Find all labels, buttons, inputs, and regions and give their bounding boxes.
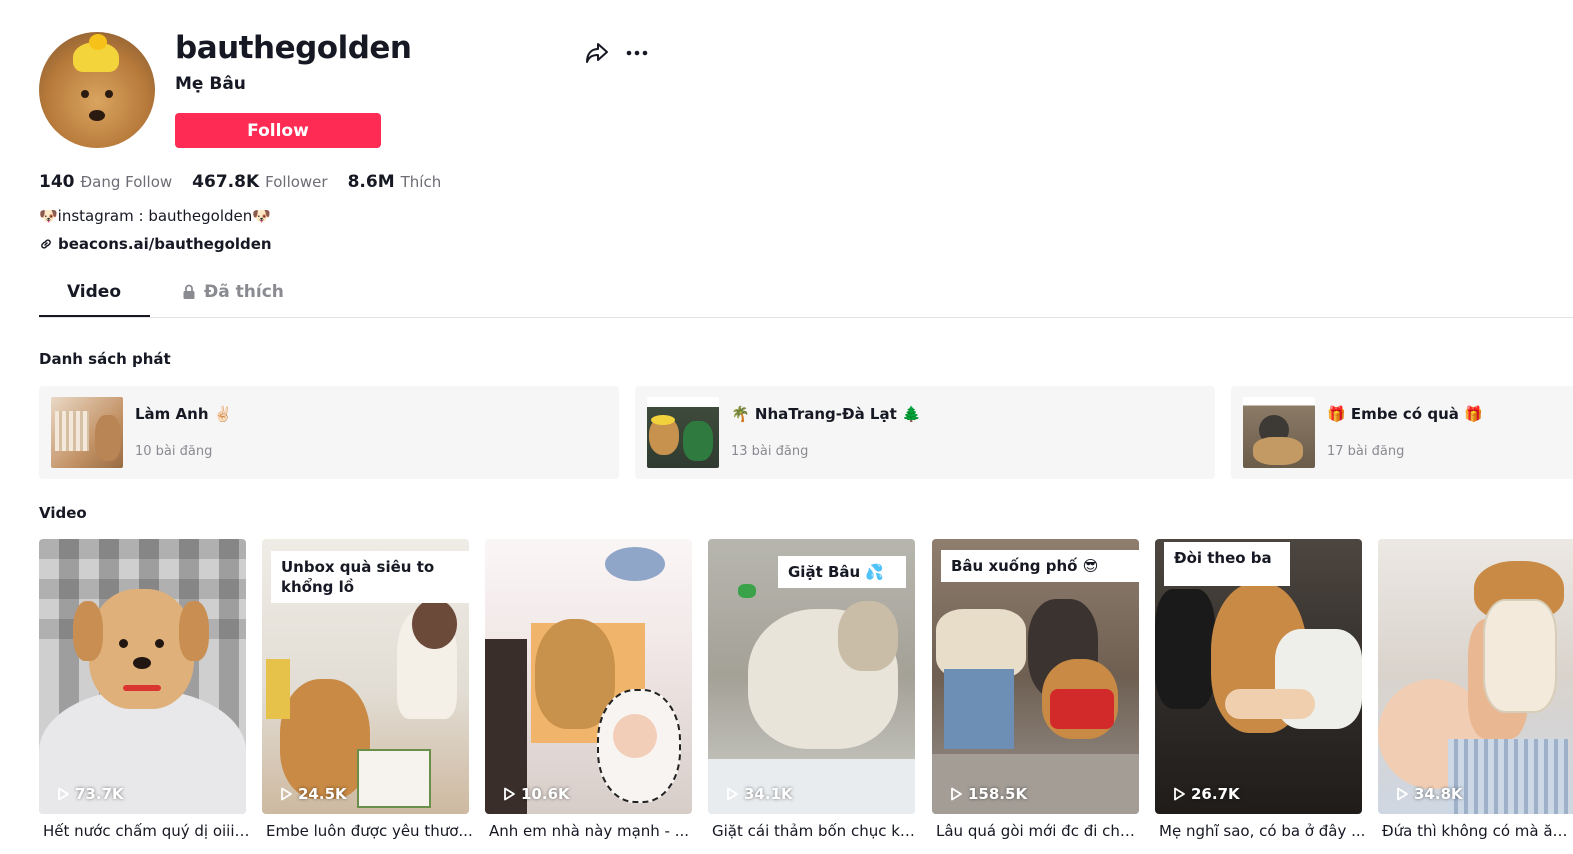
video-views: 158.5K xyxy=(948,785,1027,803)
avatar-duck xyxy=(89,34,107,50)
followers-label: Follower xyxy=(265,173,328,191)
tab-video[interactable]: Video xyxy=(39,282,149,316)
avatar-nose xyxy=(89,110,105,121)
video-card[interactable]: 10.6K xyxy=(485,539,692,814)
video-card[interactable]: Bâu xuống phố 😎 158.5K xyxy=(932,539,1139,814)
followers-count: 467.8K xyxy=(192,172,260,192)
video-views: 10.6K xyxy=(501,785,570,803)
profile-stats: 140 Đang Follow 467.8K Follower 8.6M Thích xyxy=(39,172,441,192)
video-views: 34.1K xyxy=(724,785,793,803)
play-icon xyxy=(281,787,292,801)
profile-link-text: beacons.ai/bauthegolden xyxy=(58,235,272,253)
likes-stat: 8.6M Thích xyxy=(348,172,442,192)
play-icon xyxy=(58,787,69,801)
video-overlay-text: Unbox quà siêu to khổng lồ xyxy=(271,551,469,603)
avatar-eye xyxy=(81,90,89,98)
playlist-title: 🎁 Embe có quà 🎁 xyxy=(1327,405,1483,423)
play-icon xyxy=(1397,787,1408,801)
playlist-thumbnail xyxy=(647,397,719,468)
lock-icon xyxy=(183,284,195,299)
playlist-title: Làm Anh ✌🏻 xyxy=(135,405,233,423)
video-caption[interactable]: Hết nước chấm quý dị oiiii... xyxy=(43,822,250,840)
video-views-count: 158.5K xyxy=(968,785,1028,803)
followers-stat[interactable]: 467.8K Follower xyxy=(192,172,327,192)
playlist-count: 13 bài đăng xyxy=(731,444,809,459)
playlist-card[interactable]: 🌴 NhaTrang-Đà Lạt 🌲 13 bài đăng xyxy=(635,386,1215,479)
video-overlay-text: Đòi theo ba xyxy=(1164,542,1290,586)
video-views: 26.7K xyxy=(1171,785,1240,803)
following-stat[interactable]: 140 Đang Follow xyxy=(39,172,172,192)
video-views-count: 73.7K xyxy=(75,785,124,803)
video-views-count: 10.6K xyxy=(521,785,570,803)
profile-nickname: Mẹ Bâu xyxy=(175,74,246,94)
video-overlay-text: Giặt Bâu 💦 xyxy=(778,556,906,588)
following-count: 140 xyxy=(39,172,75,192)
more-dots-icon[interactable] xyxy=(624,40,650,66)
avatar-eye xyxy=(105,90,113,98)
playlist-title: 🌴 NhaTrang-Đà Lạt 🌲 xyxy=(731,405,921,423)
playlist-thumbnail xyxy=(51,397,123,468)
video-caption[interactable]: Giặt cái thảm bốn chục kí ... xyxy=(712,822,919,840)
playlist-card[interactable]: 🎁 Embe có quà 🎁 17 bài đăng xyxy=(1231,386,1573,479)
videos-heading: Video xyxy=(39,504,87,522)
video-card[interactable]: Đòi theo ba 26.7K xyxy=(1155,539,1362,814)
profile-avatar[interactable] xyxy=(39,32,155,148)
video-overlay-text: Bâu xuống phố 😎 xyxy=(941,550,1139,582)
tab-liked-label: Đã thích xyxy=(204,282,284,302)
video-caption[interactable]: Lâu quá gòi mới đc đi cho... xyxy=(936,822,1143,840)
playlist-count: 17 bài đăng xyxy=(1327,444,1405,459)
video-caption[interactable]: Đứa thì không có mà ăn , ... xyxy=(1382,822,1573,840)
video-caption[interactable]: Anh em nhà này mạnh - ... xyxy=(489,822,696,840)
video-views-count: 24.5K xyxy=(298,785,347,803)
video-views-count: 34.8K xyxy=(1414,785,1463,803)
tabs-divider xyxy=(39,317,1573,318)
profile-bio: 🐶instagram : bauthegolden🐶 xyxy=(39,207,271,225)
follow-button[interactable]: Follow xyxy=(175,113,381,148)
video-card[interactable]: Giặt Bâu 💦 34.1K xyxy=(708,539,915,814)
play-icon xyxy=(504,787,515,801)
video-views: 73.7K xyxy=(55,785,124,803)
playlist-card[interactable]: Làm Anh ✌🏻 10 bài đăng xyxy=(39,386,619,479)
video-caption[interactable]: Mẹ nghĩ sao, có ba ở đây ... xyxy=(1159,822,1366,840)
video-card[interactable]: 73.7K xyxy=(39,539,246,814)
likes-count: 8.6M xyxy=(347,172,395,192)
play-icon xyxy=(727,787,738,801)
video-card[interactable]: Unbox quà siêu to khổng lồ 24.5K xyxy=(262,539,469,814)
profile-link[interactable]: beacons.ai/bauthegolden xyxy=(39,235,272,253)
link-icon xyxy=(41,239,51,249)
play-icon xyxy=(1174,787,1185,801)
profile-username: bauthegolden xyxy=(175,30,412,66)
play-icon xyxy=(951,787,962,801)
following-label: Đang Follow xyxy=(80,173,173,191)
tab-liked[interactable]: Đã thích xyxy=(182,282,284,302)
playlists-heading: Danh sách phát xyxy=(39,350,171,368)
video-views-count: 34.1K xyxy=(744,785,793,803)
likes-label: Thích xyxy=(400,173,442,191)
video-views: 34.8K xyxy=(1394,785,1463,803)
playlist-thumbnail xyxy=(1243,397,1315,468)
video-card[interactable]: 34.8K xyxy=(1378,539,1573,814)
playlist-count: 10 bài đăng xyxy=(135,444,213,459)
share-arrow-icon[interactable] xyxy=(584,40,610,66)
video-views-count: 26.7K xyxy=(1191,785,1240,803)
video-caption[interactable]: Embe luôn được yêu thươ... xyxy=(266,822,473,840)
video-views: 24.5K xyxy=(278,785,347,803)
